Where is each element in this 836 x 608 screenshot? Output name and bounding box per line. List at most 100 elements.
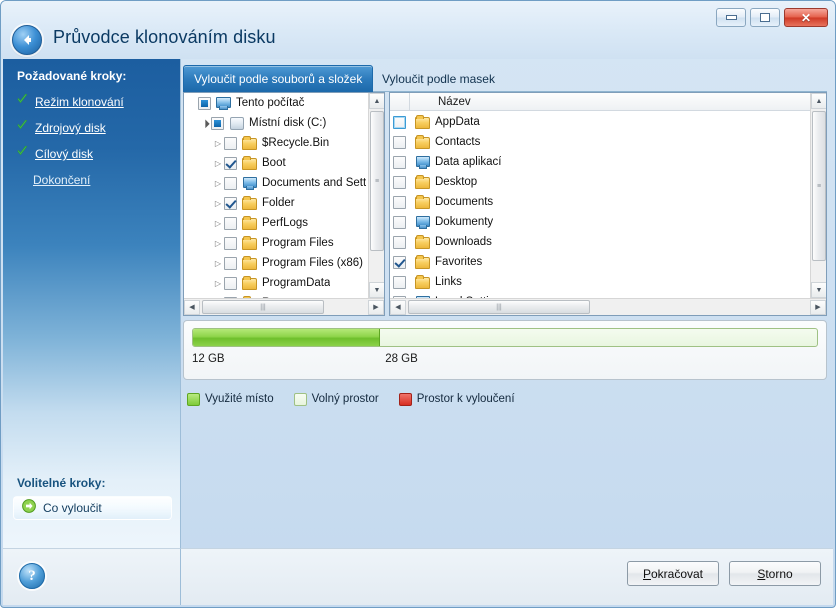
tree-row[interactable]: ▷ Program Files (x86) [184,253,368,273]
checkbox-column-header [390,93,410,110]
sidebar-item-co-vyloucit[interactable]: Co vyloučit [13,496,172,520]
scroll-down-icon[interactable]: ▼ [369,282,384,298]
tree-row[interactable]: ▷ Documents and Sett [184,173,368,193]
capacity-used-label: 12 GB [192,353,225,365]
scroll-right-icon[interactable]: ▶ [810,299,826,315]
chevron-right-icon[interactable]: ▷ [212,199,224,208]
list-row[interactable]: Data aplikací [390,152,810,172]
list-row-checkbox[interactable] [393,155,406,169]
tree-row-checkbox[interactable] [224,256,237,270]
tree-row[interactable]: ▷ ProgramData [184,273,368,293]
tree-row-label: ProgramData [262,277,331,289]
scroll-up-icon[interactable]: ▲ [811,93,826,109]
scroll-right-icon[interactable]: ▶ [368,299,384,315]
list-row-checkbox[interactable] [393,255,406,269]
tree-row[interactable]: Tento počítač [184,93,368,113]
proceed-button[interactable]: Pokračovat [627,561,719,586]
tree-hscroll-thumb[interactable]: ||| [202,300,324,314]
list-horizontal-scrollbar[interactable]: ◀ ||| ▶ [390,298,826,315]
list-row-checkbox[interactable] [393,195,406,209]
list-row[interactable]: Downloads [390,232,810,252]
chevron-right-icon[interactable]: ▷ [212,139,224,148]
folder-icon [241,136,257,150]
computer-icon [215,96,231,110]
sidebar-step-rezim-klonovani[interactable]: Režim klonování [3,89,180,115]
tree-vertical-scrollbar[interactable]: ▲ ≡ ▼ [368,93,384,298]
list-row[interactable]: AppData [390,112,810,132]
junction-icon [241,176,257,190]
list-hscroll-thumb[interactable]: ||| [408,300,590,314]
cancel-button[interactable]: Storno [729,561,821,586]
list-vertical-scrollbar[interactable]: ▲ ≡ ▼ [810,93,826,298]
scroll-left-icon[interactable]: ◀ [184,299,200,315]
scroll-down-icon[interactable]: ▼ [811,282,826,298]
folder-contents-rows[interactable]: AppData Contacts Data aplikací Desktop Docum… [390,112,810,298]
tree-row-checkbox[interactable] [211,116,224,130]
sidebar-step-cilovy-disk[interactable]: Cílový disk [3,141,180,167]
tree-row[interactable]: ◢ Místní disk (C:) [184,113,368,133]
tree-row-checkbox[interactable] [224,216,237,230]
tree-horizontal-scrollbar[interactable]: ◀ ||| ▶ [184,298,384,315]
tree-row-checkbox[interactable] [224,156,237,170]
list-row-checkbox[interactable] [393,115,406,129]
tree-scroll-thumb[interactable]: ≡ [370,111,384,251]
folder-tree-rows[interactable]: Tento počítač ◢ Místní disk (C:) ▷ $Recycle.… [184,93,368,298]
chevron-right-icon[interactable]: ▷ [212,159,224,168]
list-row[interactable]: Links [390,272,810,292]
tab-exclude-by-files[interactable]: Vyloučit podle souborů a složek [183,65,374,92]
tree-row-checkbox[interactable] [224,236,237,250]
chevron-right-icon[interactable]: ▷ [212,179,224,188]
sidebar-step-zdrojovy-disk[interactable]: Zdrojový disk [3,115,180,141]
list-row-checkbox[interactable] [393,135,406,149]
list-row[interactable]: Dokumenty [390,212,810,232]
tree-row-checkbox[interactable] [224,136,237,150]
legend-swatch-icon [187,392,200,406]
list-row[interactable]: Documents [390,192,810,212]
tree-row[interactable]: ▷ Program Files [184,233,368,253]
back-arrow-icon [24,35,31,45]
required-steps-heading: Požadované kroky: [17,69,127,83]
legend-label: Volný prostor [311,393,379,405]
close-icon: ✕ [800,10,812,25]
tree-row-checkbox[interactable] [198,96,211,110]
tree-row[interactable]: ▷ PerfLogs [184,213,368,233]
list-row-checkbox[interactable] [393,215,406,229]
chevron-right-icon[interactable]: ▷ [212,219,224,228]
list-column-header[interactable]: Název [390,93,826,111]
tree-row[interactable]: ▷ $Recycle.Bin [184,133,368,153]
back-button[interactable] [12,25,42,55]
list-row-checkbox[interactable] [393,275,406,289]
scroll-up-icon[interactable]: ▲ [369,93,384,109]
sidebar-step-dokonceni[interactable]: Dokončení [3,167,180,193]
list-row-label: Favorites [435,256,483,268]
step-complete-check-icon [15,145,29,163]
tree-row-label: PerfLogs [262,217,309,229]
folder-icon [414,235,430,249]
restore-button[interactable] [750,8,780,27]
tree-row-checkbox[interactable] [224,196,237,210]
list-row[interactable]: Favorites [390,252,810,272]
list-scroll-thumb[interactable]: ≡ [812,111,826,261]
help-question-icon[interactable]: ? [19,563,45,589]
tab-label: Vyloučit podle masek [382,72,495,86]
list-row[interactable]: Contacts [390,132,810,152]
tree-row[interactable]: ▷ Boot [184,153,368,173]
list-row-checkbox[interactable] [393,235,406,249]
sidebar-footer: ? [3,548,181,605]
tab-exclude-by-masks[interactable]: Vyloučit podle masek [371,65,506,92]
minimize-button[interactable] [716,8,746,27]
chevron-right-icon[interactable]: ▷ [212,259,224,268]
tree-row-checkbox[interactable] [224,276,237,290]
list-row[interactable]: Desktop [390,172,810,192]
folder-icon [414,275,430,289]
main-content: Vyloučit podle souborů a složek Vyloučit… [181,59,833,550]
tree-row-label: Program Files [262,237,334,249]
chevron-right-icon[interactable]: ▷ [212,279,224,288]
scroll-left-icon[interactable]: ◀ [390,299,406,315]
chevron-right-icon[interactable]: ▷ [212,239,224,248]
list-row-checkbox[interactable] [393,175,406,189]
close-button[interactable]: ✕ [784,8,828,27]
tree-row[interactable]: ▷ Folder [184,193,368,213]
wizard-window: ✕ Průvodce klonováním disku Požadované k… [0,0,836,608]
tree-row-checkbox[interactable] [224,176,237,190]
